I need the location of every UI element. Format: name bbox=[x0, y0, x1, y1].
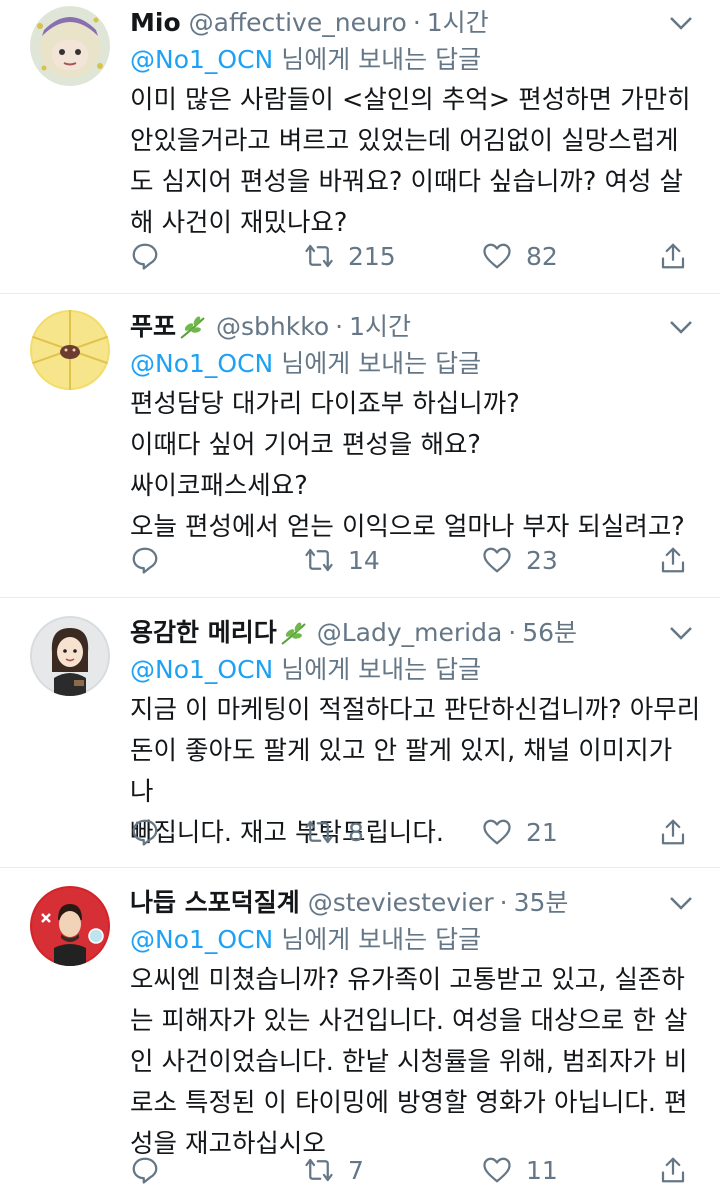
leaf-icon bbox=[281, 622, 306, 645]
tweet-actions: 215 82 bbox=[130, 236, 702, 276]
reply-button[interactable] bbox=[130, 236, 160, 276]
share-button[interactable] bbox=[658, 1150, 688, 1190]
timestamp[interactable]: 1시간 bbox=[349, 312, 411, 341]
like-count: 21 bbox=[526, 817, 558, 847]
tweet-4[interactable]: 나듭 스포덕질계 @steviestevier · 35분 @No1_OCN 님에게 … bbox=[0, 868, 720, 1204]
share-button[interactable] bbox=[658, 236, 688, 276]
replying-to-text: 님에게 보내는 답글 bbox=[273, 655, 482, 684]
reply-icon bbox=[132, 547, 158, 574]
replying-to-handle[interactable]: @No1_OCN bbox=[130, 45, 273, 74]
reply-button[interactable] bbox=[130, 812, 160, 852]
timestamp[interactable]: 56분 bbox=[522, 618, 577, 647]
display-name[interactable]: 용감한 메리다 bbox=[130, 618, 277, 647]
share-icon bbox=[661, 1157, 685, 1183]
chevron-down-icon[interactable] bbox=[666, 312, 696, 342]
separator-dot: · bbox=[499, 888, 508, 917]
timestamp[interactable]: 35분 bbox=[514, 888, 569, 917]
share-icon bbox=[661, 243, 685, 269]
display-name[interactable]: 푸포 bbox=[130, 312, 176, 341]
replying-to-text: 님에게 보내는 답글 bbox=[273, 45, 482, 74]
chevron-down-icon[interactable] bbox=[666, 8, 696, 38]
share-icon bbox=[661, 819, 685, 845]
avatar-mio-image bbox=[30, 6, 110, 86]
like-button[interactable]: 23 bbox=[482, 540, 558, 580]
tweet-actions: 7 11 bbox=[130, 1150, 702, 1190]
tweet-header: 나듭 스포덕질계 @steviestevier · 35분 bbox=[130, 883, 664, 923]
retweet-icon bbox=[305, 1158, 333, 1182]
user-handle[interactable]: @Lady_merida bbox=[317, 618, 503, 647]
replying-to-handle[interactable]: @No1_OCN bbox=[130, 349, 273, 378]
tweet-actions: 8 21 bbox=[130, 812, 702, 852]
like-button[interactable]: 82 bbox=[482, 236, 558, 276]
reply-button[interactable] bbox=[130, 1150, 160, 1190]
retweet-icon bbox=[305, 244, 333, 268]
chevron-down-icon[interactable] bbox=[666, 618, 696, 648]
like-button[interactable]: 11 bbox=[482, 1150, 558, 1190]
tweet-3[interactable]: 용감한 메리다 @Lady_merida · 56분 @No1_OCN 님에게 보내는… bbox=[0, 598, 720, 868]
tweet-text: 오씨엔 미쳤습니까? 유가족이 고통받고 있고, 실존하 는 피해자가 있는 사… bbox=[130, 965, 688, 1159]
avatar-steviestevier[interactable] bbox=[30, 886, 110, 966]
replying-to-handle[interactable]: @No1_OCN bbox=[130, 925, 273, 954]
avatar-pupo[interactable] bbox=[30, 310, 110, 390]
heart-icon bbox=[483, 1157, 511, 1183]
like-count: 23 bbox=[526, 545, 558, 575]
retweet-button[interactable]: 8 bbox=[304, 812, 364, 852]
tweet-header: 푸포 @sbhkko · 1시간 bbox=[130, 307, 664, 347]
replying-to: @No1_OCN 님에게 보내는 답글 bbox=[130, 346, 481, 382]
replying-to: @No1_OCN 님에게 보내는 답글 bbox=[130, 922, 481, 958]
reply-icon bbox=[132, 819, 158, 846]
replying-to: @No1_OCN 님에게 보내는 답글 bbox=[130, 652, 481, 688]
like-count: 82 bbox=[526, 241, 558, 271]
tweet-header: Mio @affective_neuro · 1시간 bbox=[130, 3, 664, 43]
avatar-pupo-image bbox=[30, 310, 110, 390]
user-handle[interactable]: @affective_neuro bbox=[189, 8, 407, 37]
user-handle[interactable]: @sbhkko bbox=[216, 312, 329, 341]
heart-icon bbox=[483, 243, 511, 269]
share-icon bbox=[661, 547, 685, 573]
heart-icon bbox=[483, 547, 511, 573]
display-name[interactable]: Mio bbox=[130, 8, 181, 37]
retweet-icon bbox=[305, 820, 333, 844]
retweet-button[interactable]: 14 bbox=[304, 540, 380, 580]
timestamp[interactable]: 1시간 bbox=[427, 8, 489, 37]
reply-button[interactable] bbox=[130, 540, 160, 580]
user-handle[interactable]: @steviestevier bbox=[308, 888, 494, 917]
like-button[interactable]: 21 bbox=[482, 812, 558, 852]
retweet-icon bbox=[305, 548, 333, 572]
separator-dot: · bbox=[335, 312, 344, 341]
share-button[interactable] bbox=[658, 540, 688, 580]
display-name[interactable]: 나듭 스포덕질계 bbox=[130, 888, 300, 917]
leaf-icon bbox=[180, 316, 205, 339]
separator-dot: · bbox=[412, 8, 421, 37]
retweet-count: 215 bbox=[348, 241, 396, 271]
tweet-actions: 14 23 bbox=[130, 540, 702, 580]
share-button[interactable] bbox=[658, 812, 688, 852]
replying-to-handle[interactable]: @No1_OCN bbox=[130, 655, 273, 684]
avatar-lady-merida-image bbox=[30, 616, 110, 696]
avatar-mio[interactable] bbox=[30, 6, 110, 86]
heart-icon bbox=[483, 819, 511, 845]
replying-to-text: 님에게 보내는 답글 bbox=[273, 349, 482, 378]
tweet-text: 편성담당 대가리 다이죠부 하십니까? 이때다 싶어 기어코 편성을 해요? 싸… bbox=[130, 389, 685, 542]
chevron-down-icon[interactable] bbox=[666, 888, 696, 918]
replying-to: @No1_OCN 님에게 보내는 답글 bbox=[130, 42, 481, 78]
tweet-header: 용감한 메리다 @Lady_merida · 56분 bbox=[130, 613, 664, 653]
retweet-count: 14 bbox=[348, 545, 380, 575]
retweet-count: 7 bbox=[348, 1155, 364, 1185]
reply-icon bbox=[132, 1157, 158, 1184]
avatar-steviestevier-image bbox=[30, 886, 110, 966]
tweet-2[interactable]: 푸포 @sbhkko · 1시간 @No1_OCN 님에게 보내는 답글 편성담당 대… bbox=[0, 294, 720, 598]
reply-icon bbox=[132, 243, 158, 270]
retweet-count: 8 bbox=[348, 817, 364, 847]
avatar-lady-merida[interactable] bbox=[30, 616, 110, 696]
like-count: 11 bbox=[526, 1155, 558, 1185]
tweet-1[interactable]: Mio @affective_neuro · 1시간 @No1_OCN 님에게 보내는… bbox=[0, 0, 720, 294]
retweet-button[interactable]: 215 bbox=[304, 236, 396, 276]
retweet-button[interactable]: 7 bbox=[304, 1150, 364, 1190]
tweet-text: 이미 많은 사람들이 <살인의 추억> 편성하면 가만히 안있을거라고 벼르고 … bbox=[130, 85, 691, 238]
separator-dot: · bbox=[508, 618, 517, 647]
replying-to-text: 님에게 보내는 답글 bbox=[273, 925, 482, 954]
